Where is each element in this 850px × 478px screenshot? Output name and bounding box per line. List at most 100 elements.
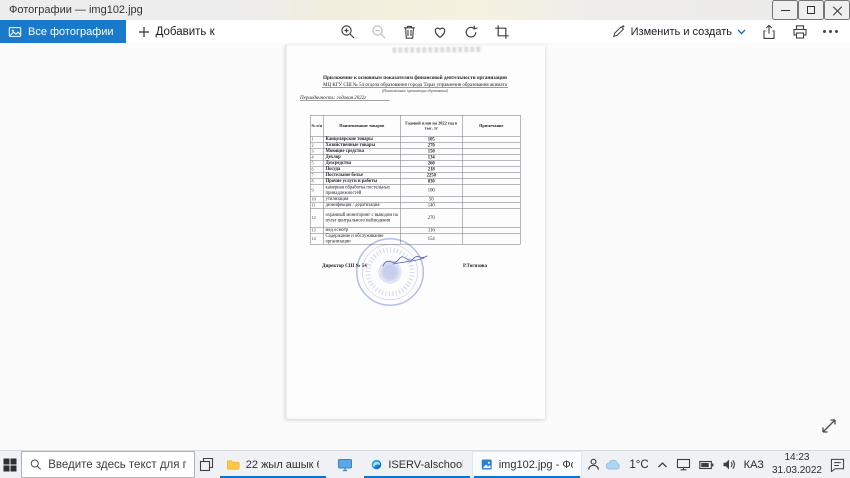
network-button[interactable] (676, 458, 691, 471)
rotate-icon (463, 24, 479, 40)
col-header-note: Примечание (462, 115, 520, 136)
rotate-button[interactable] (463, 24, 479, 40)
table-row: 9 камерная обработка постельных принадле… (310, 184, 520, 196)
edge-icon (371, 457, 382, 472)
round-stamp (356, 238, 424, 306)
more-button[interactable] (823, 30, 838, 33)
organization-caption: (Наименование организации образования) (285, 89, 545, 94)
col-header-name: Наименование товаров (323, 115, 400, 136)
share-button[interactable] (761, 24, 777, 40)
taskbar-item-label: 22 жыл ашык бю... (246, 459, 320, 471)
weather-button[interactable] (605, 459, 621, 470)
edit-create-button[interactable]: Изменить и создать (611, 24, 746, 39)
add-to-button[interactable]: Добавить к (126, 20, 227, 43)
taskbar-item-photos[interactable]: img102.jpg - Фото... (472, 451, 582, 478)
expand-icon (820, 417, 838, 435)
edit-create-icon (611, 24, 626, 39)
taskbar: 22 жыл ашык бю... ISERV-alschool.kz ... … (0, 450, 850, 478)
task-view-icon (199, 457, 214, 472)
zoom-out-button[interactable] (371, 24, 387, 40)
window-title: Фотографии — img102.jpg (0, 4, 143, 16)
print-icon (792, 24, 808, 40)
search-input[interactable] (48, 459, 186, 471)
close-icon (833, 6, 842, 15)
taskbar-item-label: ISERV-alschool.kz ... (388, 459, 463, 471)
crop-button[interactable] (494, 24, 510, 40)
maximize-icon (807, 6, 815, 14)
table-header-row: № п/п Наименование товаров Годовой план … (310, 115, 520, 136)
document-page: Приложение к основным показателям финанс… (285, 45, 545, 419)
document-title: Приложение к основным показателям финанс… (285, 75, 545, 81)
network-icon (676, 458, 691, 471)
edit-create-label: Изменить и создать (631, 26, 732, 38)
maximize-button[interactable] (798, 0, 824, 20)
battery-button[interactable] (699, 460, 714, 470)
window-controls (772, 0, 850, 20)
zoom-in-button[interactable] (340, 24, 356, 40)
monitor-icon (337, 458, 353, 472)
periodicity-line: Периодичность: годовая 2022г (300, 95, 389, 101)
chevron-up-icon (657, 461, 668, 469)
clock-button[interactable]: 14:23 31.03.2022 (772, 452, 822, 477)
chevron-down-icon (737, 29, 746, 35)
tray-date: 31.03.2022 (772, 465, 822, 478)
heart-icon (432, 24, 448, 39)
cloud-icon (605, 459, 621, 470)
folder-icon (227, 458, 239, 471)
search-icon (30, 458, 41, 471)
plan-table: № п/п Наименование товаров Годовой план … (310, 115, 521, 245)
table-row: 14 Содержание и обслуживание организации… (310, 233, 520, 244)
action-center-icon (830, 458, 845, 472)
toolbar-center-icons (340, 20, 510, 43)
fullscreen-button[interactable] (820, 417, 838, 438)
taskbar-item-label: img102.jpg - Фото... (499, 459, 574, 471)
volume-button[interactable] (722, 458, 736, 471)
task-view-button[interactable] (195, 451, 218, 478)
battery-icon (699, 460, 714, 470)
table-row: 12 охранный мониторинг с выводом на пуль… (310, 208, 520, 227)
all-photos-button[interactable]: Все фотографии (0, 20, 126, 43)
all-photos-label: Все фотографии (28, 26, 114, 38)
people-button[interactable] (582, 451, 605, 478)
scan-artifact (392, 47, 482, 53)
zoom-out-icon (371, 24, 387, 40)
close-button[interactable] (824, 0, 850, 20)
plus-icon (138, 26, 150, 38)
tray-time: 14:23 (772, 452, 822, 465)
organization-line: МЦ КГУ СШ № 54 отдела образования города… (285, 82, 545, 88)
zoom-in-icon (340, 24, 356, 40)
minimize-button[interactable] (772, 0, 798, 20)
screen: Фотографии — img102.jpg Все фотографии Д… (0, 0, 850, 478)
delete-button[interactable] (402, 24, 417, 40)
temperature-label[interactable]: 1°C (629, 459, 648, 471)
taskbar-item-folder[interactable]: 22 жыл ашык бю... (218, 451, 328, 478)
print-button[interactable] (792, 24, 808, 40)
minimize-icon (781, 10, 790, 11)
add-to-label: Добавить к (156, 26, 215, 38)
titlebar: Фотографии — img102.jpg (0, 0, 850, 20)
people-icon (586, 457, 601, 472)
speaker-icon (722, 458, 736, 471)
taskbar-search[interactable] (21, 451, 196, 478)
action-center-button[interactable] (830, 458, 845, 472)
tray-overflow-button[interactable] (657, 461, 668, 469)
scanned-document: Приложение к основным показателям финанс… (285, 45, 545, 419)
toolbar-right-icons: Изменить и создать (611, 20, 850, 43)
share-icon (761, 24, 777, 40)
windows-logo-icon (3, 458, 17, 472)
ellipsis-icon (823, 30, 838, 33)
taskbar-item-computer[interactable] (328, 451, 362, 478)
photos-toolbar: Все фотографии Добавить к Изменить и соз… (0, 20, 850, 43)
start-button[interactable] (0, 451, 21, 478)
photos-app-icon (481, 457, 492, 472)
crop-icon (494, 24, 510, 40)
trash-icon (402, 24, 417, 40)
taskbar-item-edge[interactable]: ISERV-alschool.kz ... (362, 451, 472, 478)
col-header-num: № п/п (310, 115, 323, 136)
photo-viewer: Приложение к основным показателям финанс… (0, 43, 850, 450)
col-header-plan: Годовой план на 2022 год в тыс. тг (400, 115, 462, 136)
photo-icon (8, 25, 22, 39)
favorite-button[interactable] (432, 24, 448, 39)
language-button[interactable]: КАЗ (744, 459, 764, 471)
director-name: Р.Тогизова (463, 263, 487, 269)
